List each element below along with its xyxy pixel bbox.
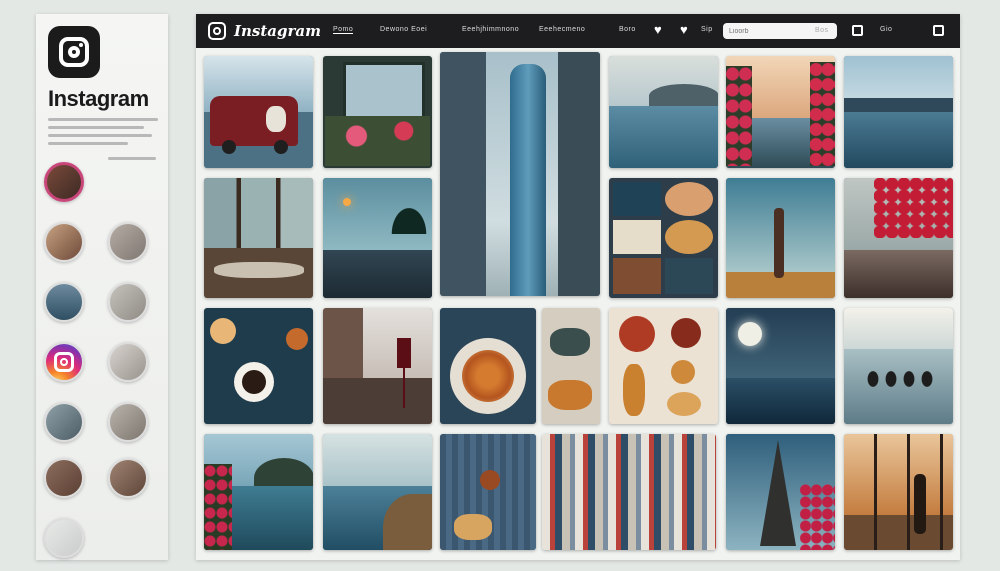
story-avatar[interactable]	[108, 222, 148, 262]
post-thumbnail-palm-street[interactable]	[323, 178, 432, 298]
post-thumbnail-desert-figure[interactable]	[726, 178, 835, 298]
post-thumbnail-bread-flatlay[interactable]	[542, 308, 600, 424]
story-avatar[interactable]	[108, 402, 148, 442]
post-thumbnail-moon-lake[interactable]	[726, 308, 835, 424]
post-thumbnail-sunset-window[interactable]	[844, 434, 953, 550]
search-button[interactable]: Bos	[815, 27, 829, 34]
sidebar-text-line	[108, 157, 156, 160]
sidebar-text-line	[48, 134, 152, 137]
post-thumbnail-window-flowers[interactable]	[323, 56, 432, 168]
nav-link[interactable]: Eeehjhimmnono	[462, 26, 519, 33]
nav-link[interactable]: Sip	[701, 26, 713, 33]
top-navigation-bar: Instagram Pomo Dewono Eoei Eeehjhimmnono…	[196, 14, 960, 48]
sidebar: Instagram	[36, 14, 168, 560]
post-thumbnail-fjord-flowers[interactable]	[204, 434, 313, 550]
main-feed: Instagram Pomo Dewono Eoei Eeehjhimmnono…	[196, 14, 960, 560]
post-thumbnail-red-tree-terrace[interactable]	[844, 178, 953, 298]
post-thumbnail-coffee-flatlay[interactable]	[204, 308, 313, 424]
story-avatar[interactable]	[44, 402, 84, 442]
instagram-logo-icon[interactable]	[48, 26, 100, 78]
nav-link[interactable]: Boro	[619, 26, 636, 33]
heart-icon[interactable]: ♥	[654, 23, 662, 37]
heart-icon[interactable]: ♥	[680, 23, 688, 37]
post-thumbnail-people-lake[interactable]	[844, 308, 953, 424]
post-thumbnail-coast[interactable]	[323, 434, 432, 550]
post-thumbnail-van[interactable]	[204, 56, 313, 168]
instagram-story-icon[interactable]	[44, 342, 84, 382]
story-avatar[interactable]	[108, 342, 148, 382]
post-thumbnail-city-lake[interactable]	[844, 56, 953, 168]
menu-square-icon[interactable]	[933, 25, 944, 36]
post-thumbnail-bakery[interactable]	[609, 308, 718, 424]
sidebar-text-line	[48, 126, 144, 129]
sidebar-text-line	[48, 142, 128, 145]
nav-link[interactable]: Eeehecmeno	[539, 26, 585, 33]
post-thumbnail-pastry-table[interactable]	[440, 434, 536, 550]
post-thumbnail-food-collage[interactable]	[609, 178, 718, 298]
post-thumbnail-skyscraper[interactable]	[440, 52, 600, 296]
plus-square-icon[interactable]	[852, 25, 863, 36]
story-avatar[interactable]	[44, 222, 84, 262]
story-avatar[interactable]	[108, 282, 148, 322]
story-avatar[interactable]	[44, 282, 84, 322]
story-avatar[interactable]	[44, 162, 84, 202]
post-thumbnail-wine-glass[interactable]	[323, 308, 432, 424]
post-thumbnail-eiffel-tower[interactable]	[726, 434, 835, 550]
story-avatar[interactable]	[44, 518, 84, 558]
sidebar-brand: Instagram	[48, 86, 149, 111]
post-thumbnail-plate-dinner[interactable]	[440, 308, 536, 424]
post-thumbnail-sunset-flowers[interactable]	[726, 56, 835, 168]
story-avatar[interactable]	[108, 458, 148, 498]
nav-link[interactable]: Dewono Eoei	[380, 26, 427, 33]
post-thumbnail-fabric-stripes[interactable]	[542, 434, 716, 550]
instagram-logo-icon[interactable]	[208, 22, 226, 40]
nav-link[interactable]: Gio	[880, 26, 892, 33]
post-thumbnail-cafe-window[interactable]	[204, 178, 313, 298]
sidebar-text-line	[48, 118, 158, 121]
post-thumbnail-lake-boat[interactable]	[609, 56, 718, 168]
story-avatar[interactable]	[44, 458, 84, 498]
nav-link[interactable]: Pomo	[333, 26, 354, 34]
topbar-brand[interactable]: Instagram	[234, 22, 321, 40]
